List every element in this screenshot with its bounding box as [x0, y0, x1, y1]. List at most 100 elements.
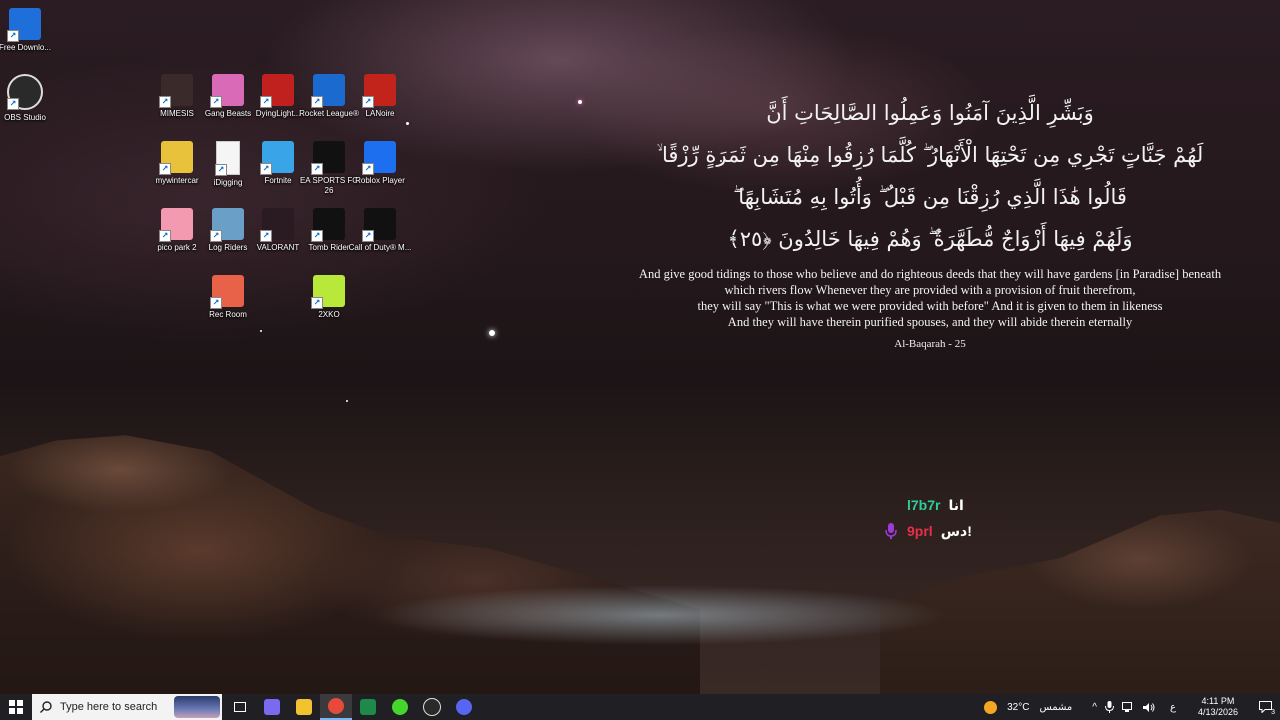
desktop-icon-label: LANoire [365, 109, 395, 118]
input-language[interactable]: ع [1170, 702, 1176, 713]
shortcut-arrow-icon: ↗ [159, 230, 171, 242]
shortcut-arrow-icon: ↗ [311, 163, 323, 175]
discord-icon [456, 699, 472, 715]
taskbar: Type here to search 32°C مشمس ^ ع 4:11 P… [0, 694, 1280, 720]
valorant-icon: ↗ [260, 208, 294, 242]
gang-beasts-icon: ↗ [210, 74, 244, 108]
taskbar-app-razer-cortex[interactable] [384, 694, 416, 720]
windows-icon [9, 700, 23, 714]
network-icon[interactable] [1121, 701, 1135, 713]
search-placeholder: Type here to search [60, 701, 158, 713]
notification-count: 3 [1271, 709, 1275, 716]
verse-arabic-line: لَهُمْ جَنَّاتٍ تَجْرِي مِن تَحْتِهَا ال… [656, 143, 1204, 167]
taskbar-pinned-apps [224, 694, 480, 720]
rec-room-icon: ↗ [210, 275, 244, 309]
shortcut-arrow-icon: ↗ [210, 297, 222, 309]
razer-cortex-icon [392, 699, 408, 715]
file-icon: ↗ [215, 141, 240, 176]
desktop-icon-rec-room[interactable]: ↗ Rec Room [195, 273, 261, 335]
verse-arabic-line: قَالُوا هَٰذَا الَّذِي رُزِقْنَا مِن قَب… [733, 185, 1127, 209]
verse-translation-line: And they will have therein purified spou… [727, 315, 1133, 329]
desktop-icon-obs-studio[interactable]: ↗ OBS Studio [0, 72, 58, 134]
notification-button[interactable]: 3 [1250, 694, 1280, 720]
desktop-icon-label: Roblox Player [355, 176, 405, 185]
taskbar-app-task-view[interactable] [224, 694, 256, 720]
desktop-icon-la-noire[interactable]: ↗ LANoire [347, 72, 413, 134]
verse-arabic-line: وَلَهُمْ فِيهَا أَزْوَاجٌ مُّطَهَّرَةٌ ۖ… [727, 227, 1133, 251]
notification-icon [1258, 701, 1272, 713]
search-icon [40, 701, 52, 713]
shortcut-arrow-icon: ↗ [260, 96, 272, 108]
clock[interactable]: 4:11 PM 4/13/2026 [1194, 696, 1242, 718]
voice-username: 9prl [907, 523, 933, 539]
2xko-icon: ↗ [311, 275, 345, 309]
obs-studio-icon: ↗ [7, 74, 43, 110]
desktop-icon-2xko[interactable]: ↗ 2XKO [296, 273, 362, 335]
taskbar-app-copilot[interactable] [256, 694, 288, 720]
shortcut-arrow-icon: ↗ [362, 96, 374, 108]
verse-translation-line: which rivers flow Whenever they are prov… [724, 283, 1136, 297]
copilot-icon [264, 699, 280, 715]
call-of-duty-icon: ↗ [362, 208, 396, 242]
clock-date: 4/13/2026 [1197, 707, 1238, 717]
shortcut-arrow-icon: ↗ [7, 30, 19, 42]
file-explorer-icon [296, 699, 312, 715]
obs-taskbar-icon [423, 698, 441, 716]
shortcut-arrow-icon: ↗ [362, 163, 374, 175]
log-riders-icon: ↗ [210, 208, 244, 242]
wallpaper-star [489, 330, 495, 336]
chrome-icon [328, 698, 344, 714]
taskbar-app-chrome[interactable] [320, 694, 352, 720]
ea-sports-fc-icon: ↗ [311, 141, 345, 175]
microphone-tray-icon[interactable] [1104, 701, 1114, 713]
search-highlight-image [174, 696, 220, 718]
start-button[interactable] [0, 694, 32, 720]
verse-reference: Al-Baqarah - 25 [894, 338, 966, 350]
shortcut-arrow-icon: ↗ [311, 297, 323, 309]
voice-user-row: 9prl دس! [885, 518, 995, 544]
verse-arabic-line: وَبَشِّرِ الَّذِينَ آمَنُوا وَعَمِلُوا ا… [766, 101, 1094, 125]
desktop-icon-roblox[interactable]: ↗ Roblox Player [347, 139, 413, 201]
desktop-icon-free-download-manager[interactable]: ↗ Free Downlo... [0, 6, 58, 68]
microphone-icon [885, 523, 899, 539]
taskbar-app-discord[interactable] [448, 694, 480, 720]
wallpaper-star [346, 400, 348, 402]
desktop-icon-label: Call of Duty® M... [348, 243, 412, 252]
taskbar-app-obs-taskbar[interactable] [416, 694, 448, 720]
desktop-icon-label: Free Downlo... [0, 43, 52, 52]
shortcut-arrow-icon: ↗ [362, 230, 374, 242]
free-download-manager-icon: ↗ [7, 8, 41, 42]
chevron-up-icon[interactable]: ^ [1092, 702, 1097, 713]
desktop-icon-call-of-duty[interactable]: ↗ Call of Duty® M... [347, 206, 413, 268]
wallpaper-star [578, 100, 582, 104]
rocket-league-icon: ↗ [311, 74, 345, 108]
taskbar-search-box[interactable]: Type here to search [32, 694, 222, 720]
voice-tag: انا [948, 496, 964, 513]
taskbar-app-file-explorer[interactable] [288, 694, 320, 720]
tomb-raider-icon: ↗ [311, 208, 345, 242]
wallpaper-water [280, 575, 1040, 675]
task-view-icon [234, 702, 246, 712]
verse-translation-line: they will say "This is what we were prov… [697, 299, 1163, 313]
dying-light-icon: ↗ [260, 74, 294, 108]
voice-user-row: l7b7r انا [885, 492, 995, 518]
voice-chat-overlay: l7b7r انا 9prl دس! [885, 492, 995, 544]
desktop-wallpaper: ↗ Free Downlo... ↗ OBS Studio ↗ MIMESIS ↗ Gang … [0, 0, 1280, 694]
my-winter-car-icon: ↗ [159, 141, 193, 175]
roblox-icon: ↗ [362, 141, 396, 175]
quran-verse-overlay: وَبَشِّرِ الَّذِينَ آمَنُوا وَعَمِلُوا ا… [600, 92, 1260, 350]
taskbar-app-excel[interactable] [352, 694, 384, 720]
verse-translation-line: And give good tidings to those who belie… [638, 267, 1222, 281]
desktop-icon-label: 2XKO [318, 310, 340, 319]
shortcut-arrow-icon: ↗ [260, 163, 272, 175]
mimesis-icon: ↗ [159, 74, 193, 108]
weather-desc: مشمس [1039, 701, 1073, 713]
desktop-icon-label: Rec Room [209, 310, 247, 319]
volume-icon[interactable] [1142, 702, 1156, 713]
weather-widget[interactable]: 32°C مشمس [984, 700, 1076, 714]
voice-tag: دس! [940, 522, 972, 539]
voice-username: l7b7r [907, 497, 941, 513]
weather-temp: 32°C [1007, 701, 1030, 713]
excel-icon [360, 699, 376, 715]
shortcut-arrow-icon: ↗ [311, 96, 323, 108]
